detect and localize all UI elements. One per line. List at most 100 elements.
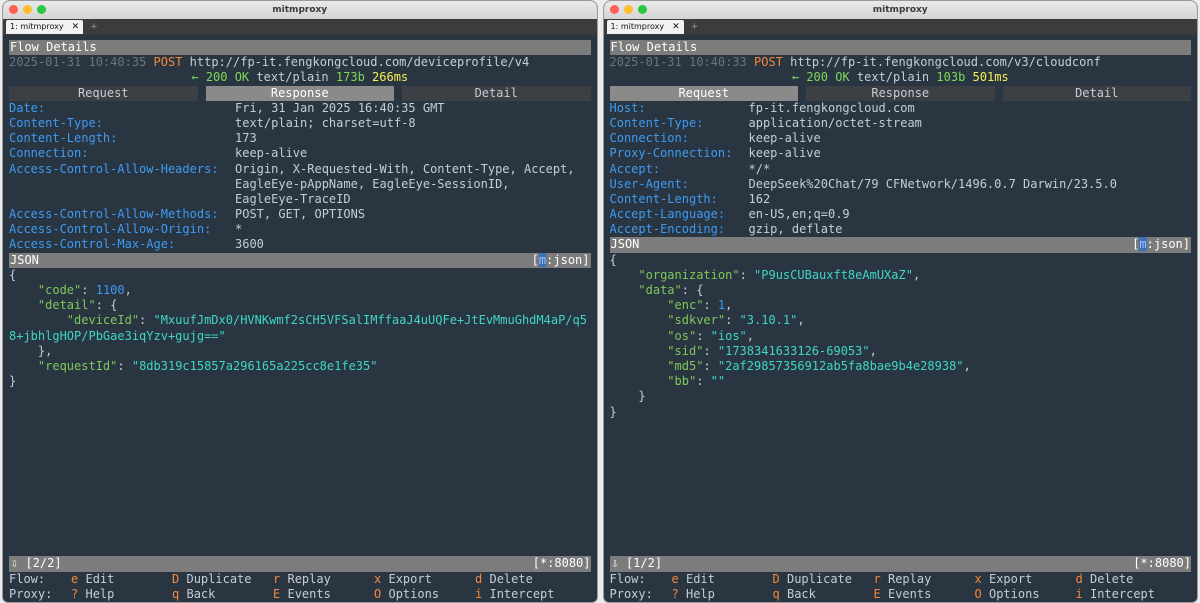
zoom-window-button[interactable] <box>37 5 46 14</box>
new-tab-icon[interactable]: + <box>691 22 699 32</box>
json-punctuation <box>610 283 639 297</box>
json-line: "code": 1100, <box>9 283 591 298</box>
tab-request[interactable]: Request <box>9 85 198 101</box>
header-name: Connection: <box>9 146 89 161</box>
json-punctuation: : <box>696 374 711 389</box>
keybinding-key: d <box>475 571 483 586</box>
json-punctuation: : <box>81 283 96 297</box>
json-punctuation <box>610 268 639 282</box>
flow-details-title: Flow Details <box>609 40 1191 56</box>
keybinding-export[interactable]: x Export <box>374 572 475 587</box>
json-key: "detail" <box>37 298 96 313</box>
view-mode-indicator[interactable]: [m:json] <box>1132 237 1191 252</box>
header-value: text/plain; charset=utf-8 <box>235 115 416 130</box>
minimize-window-button[interactable] <box>623 5 633 14</box>
terminal-tab[interactable]: 1: mitmproxy ✕ <box>6 20 84 34</box>
new-tab-icon[interactable]: + <box>90 22 98 32</box>
json-punctuation <box>610 344 668 358</box>
zoom-window-button[interactable] <box>637 5 647 14</box>
keybar-label: Flow: <box>609 571 646 586</box>
keybinding-back[interactable]: q Back <box>773 587 874 602</box>
keybinding-help[interactable]: ? Help <box>71 587 172 602</box>
keybinding-export[interactable]: x Export <box>975 572 1076 587</box>
header-row: Connection: keep-alive <box>9 146 591 161</box>
header-value: DeepSeek%20Chat/79 CFNetwork/1496.0.7 Da… <box>748 176 1117 191</box>
header-name: Connection: <box>609 131 689 146</box>
header-row: Content-Length: 162 <box>610 192 1192 207</box>
close-window-button[interactable] <box>9 5 18 14</box>
tab-response[interactable]: Response <box>806 85 995 101</box>
header-value: POST, GET, OPTIONS <box>235 207 366 222</box>
header-row: Host: fp-it.fengkongcloud.com <box>610 101 1192 116</box>
listen-address: [*:8080] <box>1133 556 1191 571</box>
keybinding-key: E <box>273 586 281 601</box>
json-line: } <box>610 389 1192 404</box>
header-name: Content-Type: <box>609 115 704 130</box>
keybinding-replay[interactable]: r Replay <box>874 572 975 587</box>
json-line: "os": "ios", <box>610 329 1192 344</box>
flow-position: ⇩ [1/2] <box>611 556 663 571</box>
header-value: EagleEye-TraceID <box>235 191 351 206</box>
window-titlebar[interactable]: mitmproxy <box>3 1 597 19</box>
tab-close-icon[interactable]: ✕ <box>72 20 80 34</box>
keybinding-delete[interactable]: d Delete <box>475 572 576 587</box>
header-name: Access-Control-Allow-Origin: <box>9 222 212 237</box>
json-punctuation: , <box>963 358 971 373</box>
json-string-value: "3.10.1" <box>739 313 798 328</box>
keybinding-replay[interactable]: r Replay <box>273 572 374 587</box>
json-key: "sdkver" <box>667 313 726 328</box>
view-mode-indicator[interactable]: [m:json] <box>532 252 591 268</box>
json-line: "sdkver": "3.10.1", <box>610 313 1192 328</box>
minimize-window-button[interactable] <box>23 5 32 14</box>
json-string-value: "8db319c15857a296165a225cc8e1fe35" <box>131 358 378 373</box>
keybinding-key: x <box>374 571 382 586</box>
keybinding-desc: Help <box>685 586 715 601</box>
header-row: Access-Control-Allow-Origin: * <box>9 222 591 237</box>
header-value: * <box>235 222 243 237</box>
json-section-title: JSON <box>610 237 640 252</box>
header-value: fp-it.fengkongcloud.com <box>748 100 915 115</box>
keybinding-options[interactable]: O Options <box>374 587 475 602</box>
keybinding-desc: Duplicate <box>186 571 252 586</box>
keybinding-edit[interactable]: e Edit <box>672 572 773 587</box>
flow-timestamp: 2025-01-31 10:40:33 <box>609 55 747 70</box>
keybinding-help[interactable]: ? Help <box>672 587 773 602</box>
tab-request[interactable]: Request <box>609 85 798 101</box>
header-name: Proxy-Connection: <box>609 146 733 161</box>
tab-response[interactable]: Response <box>205 85 394 101</box>
terminal-tab[interactable]: 1: mitmproxy ✕ <box>606 20 684 34</box>
keybinding-edit[interactable]: e Edit <box>71 572 172 587</box>
header-name: Content-Length: <box>9 131 118 146</box>
view-mode-label: :json] <box>1146 237 1190 252</box>
json-punctuation <box>610 374 668 388</box>
json-body: { "organization": "P9usCUBauxft8eAmUXaZ"… <box>610 253 1192 420</box>
status-bar: ⇩ [1/2] [*:8080] <box>609 556 1191 572</box>
keybinding-duplicate[interactable]: D Duplicate <box>172 572 273 587</box>
json-string-value: 8+jbhlgHOP/PbGae3iqYzv+gujg==" <box>9 328 226 343</box>
keybinding-delete[interactable]: d Delete <box>1076 572 1177 587</box>
tab-close-icon[interactable]: ✕ <box>672 20 680 34</box>
json-punctuation: { <box>609 252 617 267</box>
keybinding-key: O <box>974 586 982 601</box>
tmux-tab-bar: 1: mitmproxy ✕ + <box>603 19 1197 35</box>
header-row: Access-Control-Max-Age: 3600 <box>9 237 591 252</box>
keybinding-duplicate[interactable]: D Duplicate <box>773 572 874 587</box>
window-titlebar[interactable]: mitmproxy <box>603 1 1197 19</box>
tab-detail[interactable]: Detail <box>1002 85 1191 101</box>
flow-method: POST <box>153 55 183 70</box>
tab-detail[interactable]: Detail <box>402 85 591 101</box>
keybinding-events[interactable]: E Events <box>273 587 374 602</box>
json-punctuation: , <box>725 298 733 313</box>
header-name: Date: <box>9 100 46 115</box>
keybinding-back[interactable]: q Back <box>172 587 273 602</box>
keybinding-desc: Events <box>287 586 331 601</box>
keybinding-intercept[interactable]: i Intercept <box>1076 587 1177 602</box>
response-duration: 501ms <box>972 70 1009 85</box>
keybinding-desc: Intercept <box>489 586 555 601</box>
keybinding-options[interactable]: O Options <box>975 587 1076 602</box>
keybinding-events[interactable]: E Events <box>874 587 975 602</box>
close-window-button[interactable] <box>609 5 619 14</box>
json-key: "requestId" <box>37 358 118 373</box>
keybinding-key: O <box>374 586 382 601</box>
keybinding-intercept[interactable]: i Intercept <box>475 587 576 602</box>
